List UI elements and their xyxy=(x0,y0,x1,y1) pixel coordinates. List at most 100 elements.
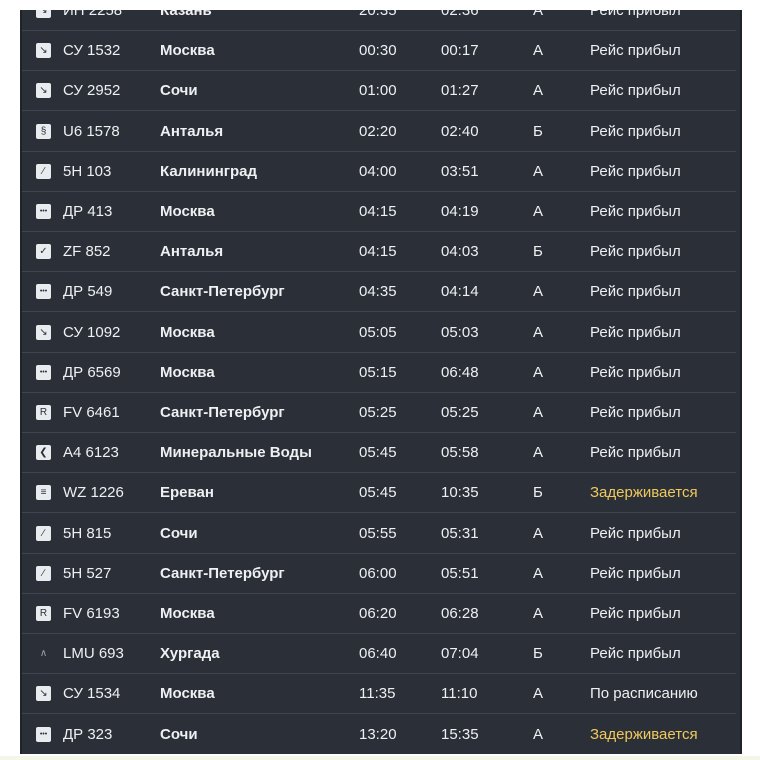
terminal: А xyxy=(533,725,544,743)
flight-number: СУ 1534 xyxy=(63,685,121,703)
scheduled-time: 04:15 xyxy=(359,203,397,220)
flight-row[interactable]: ••• ДР 6569 Москва 05:15 06:48 А Рейс прибыл xyxy=(22,353,736,393)
flight-row[interactable]: ∕ 5Н 527 Санкт-Петербург 06:00 05:51 А Рейс пр… xyxy=(22,554,736,594)
bird-airline-icon: ≡ xyxy=(36,485,51,501)
flight-number: FV 6193 xyxy=(63,605,120,622)
flight-row[interactable]: R FV 6193 Москва 06:20 06:28 А Рейс прибыл xyxy=(22,594,736,634)
terminal: А xyxy=(533,162,544,180)
scheduled-time: 05:05 xyxy=(359,323,397,341)
flight-status: Рейс прибыл xyxy=(590,363,681,381)
flight-number: FV 6461 xyxy=(63,404,120,421)
flight-status: Рейс прибыл xyxy=(590,283,681,301)
flight-status: Рейс прибыл xyxy=(590,203,681,220)
flight-number: WZ 1226 xyxy=(63,484,124,502)
scheduled-time: 01:00 xyxy=(359,82,397,100)
flight-row[interactable]: ∧ LMU 693 Хургада 06:40 07:04 Б Рейс прибыл xyxy=(22,634,736,675)
actual-time: 05:03 xyxy=(441,323,479,341)
destination-city: Минеральные Воды xyxy=(160,444,312,462)
actual-time: 04:14 xyxy=(441,283,479,301)
flight-number: ДР 6569 xyxy=(63,363,121,381)
scheduled-time: 05:55 xyxy=(359,524,397,542)
flight-row[interactable]: R FV 6461 Санкт-Петербург 05:25 05:25 А Рейс п… xyxy=(22,393,736,433)
flight-status: Рейс прибыл xyxy=(590,82,681,100)
flight-row[interactable]: ✓ ZF 852 Анталья 04:15 04:03 Б Рейс прибыл xyxy=(22,232,736,273)
flight-row[interactable]: ∕ 5Н 103 Калининград 04:00 03:51 А Рейс прибыл xyxy=(22,152,736,192)
terminal: А xyxy=(533,564,544,582)
destination-city: Санкт-Петербург xyxy=(160,283,285,301)
slash-airline-icon: ∕ xyxy=(36,163,51,179)
slash-airline-icon: ∕ xyxy=(36,525,51,541)
flight-row[interactable]: ∕ 5Н 815 Сочи 05:55 05:31 А Рейс прибыл xyxy=(22,514,736,554)
actual-time: 05:58 xyxy=(441,444,479,462)
flight-row[interactable]: ••• ДР 549 Санкт-Петербург 04:35 04:14 А Рейс … xyxy=(22,272,736,313)
wing-airline-icon: ↘ xyxy=(36,83,51,99)
flight-status: Рейс прибыл xyxy=(590,564,681,582)
flight-number: 5Н 103 xyxy=(63,162,112,180)
scheduled-time: 13:20 xyxy=(359,725,397,743)
flight-row[interactable]: ↘ СУ 1092 Москва 05:05 05:03 А Рейс прибыл xyxy=(22,313,736,353)
scheduled-time: 05:45 xyxy=(359,444,397,462)
terminal: А xyxy=(533,605,544,622)
flight-number: А4 6123 xyxy=(63,444,119,462)
scheduled-time: 06:00 xyxy=(359,564,397,582)
flight-number: U6 1578 xyxy=(63,122,120,140)
flight-status: Рейс прибыл xyxy=(590,243,681,261)
scheduled-time: 06:20 xyxy=(359,605,397,622)
scheduled-time: 05:45 xyxy=(359,484,397,502)
flight-number: СУ 1092 xyxy=(63,323,121,341)
dots-airline-icon: ••• xyxy=(36,284,51,300)
scheduled-time: 00:30 xyxy=(359,42,397,60)
arrow-airline-icon: ❮ xyxy=(36,445,51,461)
terminal: А xyxy=(533,42,544,60)
scheduled-time: 11:35 xyxy=(359,685,396,703)
terminal: А xyxy=(533,283,544,301)
flight-row[interactable]: ❮ А4 6123 Минеральные Воды 05:45 05:58 А Рейс … xyxy=(22,433,736,474)
flight-row[interactable]: ↘ СУ 1534 Москва 11:35 11:10 А По расписанию xyxy=(22,674,736,715)
terminal: Б xyxy=(533,122,543,140)
flight-row[interactable]: ↘ СУ 2952 Сочи 01:00 01:27 А Рейс прибыл xyxy=(22,71,736,112)
terminal: А xyxy=(533,203,544,220)
flight-row[interactable]: ••• ДР 413 Москва 04:15 04:19 А Рейс прибыл xyxy=(22,192,736,232)
flight-number: 5Н 527 xyxy=(63,564,112,582)
scheduled-time: 05:15 xyxy=(359,363,397,381)
flight-number: СУ 1532 xyxy=(63,42,121,60)
page-bottom-edge xyxy=(0,756,760,760)
destination-city: Москва xyxy=(160,605,215,622)
page-top-strip xyxy=(0,0,760,10)
ural-airline-icon: § xyxy=(36,123,51,139)
r-airline-icon: R xyxy=(36,606,51,621)
wing-airline-icon: ↘ xyxy=(36,686,51,702)
actual-time: 04:19 xyxy=(441,203,479,220)
destination-city: Сочи xyxy=(160,82,198,100)
destination-city: Москва xyxy=(160,323,215,341)
flight-status: Рейс прибыл xyxy=(590,162,681,180)
scheduled-time: 04:15 xyxy=(359,243,397,261)
actual-time: 05:25 xyxy=(441,404,479,421)
terminal: А xyxy=(533,685,544,703)
destination-city: Сочи xyxy=(160,725,198,743)
flight-status: Задерживается xyxy=(590,725,698,743)
flight-row[interactable]: ↘ СУ 1532 Москва 00:30 00:17 А Рейс прибыл xyxy=(22,31,736,72)
destination-city: Калининград xyxy=(160,162,258,180)
dots-airline-icon: ••• xyxy=(36,364,51,380)
flight-number: LMU 693 xyxy=(63,645,124,663)
flight-number: ДР 323 xyxy=(63,725,113,743)
flight-status: По расписанию xyxy=(590,685,698,703)
actual-time: 03:51 xyxy=(441,162,479,180)
terminal: А xyxy=(533,323,544,341)
destination-city: Санкт-Петербург xyxy=(160,404,285,421)
wing-airline-icon: ↘ xyxy=(36,43,51,59)
scheduled-time: 06:40 xyxy=(359,645,397,663)
actual-time: 00:17 xyxy=(441,42,479,60)
flight-row[interactable]: ••• ДР 323 Сочи 13:20 15:35 А Задерживается xyxy=(22,715,736,754)
flight-row[interactable]: ≡ WZ 1226 Ереван 05:45 10:35 Б Задерживается xyxy=(22,473,736,514)
flight-status: Рейс прибыл xyxy=(590,404,681,421)
flight-row[interactable]: § U6 1578 Анталья 02:20 02:40 Б Рейс прибыл xyxy=(22,112,736,152)
destination-city: Сочи xyxy=(160,524,198,542)
dots-airline-icon: ••• xyxy=(36,204,51,219)
flight-status: Рейс прибыл xyxy=(590,122,681,140)
terminal: А xyxy=(533,404,544,421)
actual-time: 05:51 xyxy=(441,564,479,582)
flight-number: 5Н 815 xyxy=(63,524,112,542)
actual-time: 01:27 xyxy=(441,82,479,100)
